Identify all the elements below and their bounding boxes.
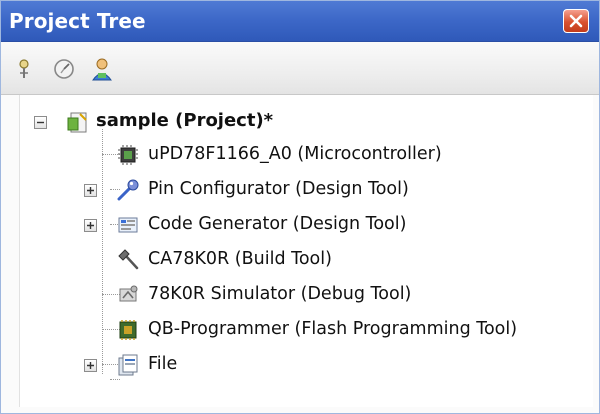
plus-icon (87, 187, 94, 194)
tree-item-code-generator[interactable]: Code Generator (Design Tool) (20, 210, 580, 240)
tree-item-debug-tool[interactable]: 78K0R Simulator (Debug Tool) (20, 280, 580, 310)
tree-item-label: uPD78F1166_A0 (Microcontroller) (148, 144, 442, 164)
plus-icon (87, 222, 94, 229)
project-icon (67, 112, 87, 133)
simulator-icon (119, 285, 138, 302)
tree-item-pin-configurator[interactable]: Pin Configurator (Design Tool) (20, 175, 580, 205)
toolbar-person-button[interactable] (89, 56, 115, 82)
tree-item-flash-programming-tool[interactable]: QB-Programmer (Flash Programming Tool) (20, 315, 600, 345)
pin-icon (19, 59, 29, 78)
toolbar (1, 42, 599, 95)
project-tree-panel: Project Tree sample (Project)* uPD78F116… (0, 0, 600, 414)
tree-item-file[interactable]: File (20, 350, 580, 380)
toolbar-pin-button[interactable] (11, 56, 37, 82)
minus-icon (37, 121, 44, 124)
panel-title: Project Tree (9, 9, 146, 33)
tree-item-label: CA78K0R (Build Tool) (148, 249, 332, 269)
chip-icon (118, 145, 138, 165)
tree-item-label: Pin Configurator (Design Tool) (148, 179, 409, 199)
close-icon (569, 14, 583, 28)
tree-item-label: File (148, 354, 178, 374)
tree-item-microcontroller[interactable]: uPD78F1166_A0 (Microcontroller) (20, 140, 580, 170)
close-button[interactable] (563, 9, 589, 33)
collapse-toggle[interactable] (34, 116, 47, 129)
tree-item-label: 78K0R Simulator (Debug Tool) (148, 284, 412, 304)
tree-item-label: Code Generator (Design Tool) (148, 214, 407, 234)
clock-icon (54, 59, 74, 79)
expand-toggle[interactable] (84, 184, 97, 197)
plus-icon (87, 362, 94, 369)
panel-titlebar: Project Tree (1, 1, 599, 42)
file-folder-icon (118, 354, 138, 376)
toolbar-clock-button[interactable] (51, 56, 77, 82)
flash-programmer-icon (119, 320, 137, 340)
tree-root-row[interactable]: sample (Project)* (20, 107, 580, 137)
project-tree: sample (Project)* uPD78F1166_A0 (Microco… (19, 95, 593, 407)
code-generator-icon (118, 217, 138, 233)
tree-item-label: QB-Programmer (Flash Programming Tool) (148, 319, 518, 339)
expand-toggle[interactable] (84, 359, 97, 372)
tree-root-label: sample (Project)* (96, 110, 274, 131)
person-icon (92, 58, 112, 81)
hammer-icon (118, 249, 139, 270)
expand-toggle[interactable] (84, 219, 97, 232)
tree-item-build-tool[interactable]: CA78K0R (Build Tool) (20, 245, 580, 275)
pin-configurator-icon (117, 179, 139, 201)
